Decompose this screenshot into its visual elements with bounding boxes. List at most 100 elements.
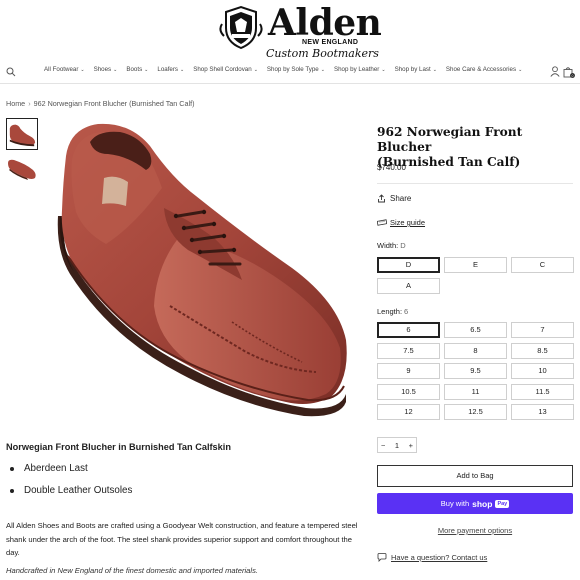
thumbnail-top-view[interactable] <box>6 155 38 187</box>
product-price: $740.00 <box>377 163 406 172</box>
product-title-line2: (Burnished Tan Calf) <box>377 155 521 169</box>
bag-icon[interactable]: 0 <box>563 66 575 78</box>
share-button[interactable]: Share <box>377 194 411 203</box>
nav-item[interactable]: All Footwear ⌄ <box>44 66 85 73</box>
length-option[interactable]: 6.5 <box>444 322 507 338</box>
chevron-down-icon: ⌄ <box>180 67 185 73</box>
nav-item-label: Shoes <box>93 66 112 73</box>
nav-divider <box>0 83 580 84</box>
info-divider <box>377 183 573 184</box>
thumbnail-side-view[interactable] <box>6 118 38 150</box>
brand-tagline: Custom Bootmakers <box>266 47 379 60</box>
alden-logo[interactable]: Alden NEW ENGLAND Custom Bootmakers <box>218 2 382 62</box>
chevron-down-icon: ⌄ <box>518 67 523 73</box>
shop-pay-button[interactable]: Buy with shop Pay <box>377 493 573 514</box>
chevron-down-icon: ⌄ <box>432 67 437 73</box>
length-option[interactable]: 13 <box>511 404 574 420</box>
ruler-icon <box>377 219 387 226</box>
product-image <box>57 123 347 417</box>
chevron-down-icon: ⌄ <box>144 67 149 73</box>
chevron-down-icon: ⌄ <box>320 67 325 73</box>
contact-link[interactable]: Have a question? Contact us <box>377 553 487 562</box>
length-option[interactable]: 7 <box>511 322 574 338</box>
nav-menu: All Footwear ⌄ Shoes ⌄ Boots ⌄ Loafers ⌄ Shop Sh… <box>44 66 531 73</box>
length-option[interactable]: 11 <box>444 383 507 400</box>
length-option[interactable]: 12.5 <box>444 404 507 420</box>
length-option[interactable]: 10.5 <box>377 383 440 400</box>
nav-item[interactable]: Shop Shell Cordovan ⌄ <box>193 66 258 73</box>
feature-item: Double Leather Outsoles <box>10 481 132 503</box>
length-option[interactable]: 9 <box>377 363 440 379</box>
length-option[interactable]: 8.5 <box>511 342 574 359</box>
description-italic: Handcrafted in New England of the finest… <box>6 566 258 575</box>
share-icon <box>378 194 385 203</box>
brand-sub: NEW ENGLAND <box>302 39 359 46</box>
nav-item[interactable]: Boots ⌄ <box>126 66 148 73</box>
length-option[interactable]: 12 <box>377 404 440 420</box>
feature-list: Aberdeen Last Double Leather Outsoles <box>10 459 132 503</box>
description-body: All Alden Shoes and Boots are crafted us… <box>6 521 358 558</box>
cart-count: 0 <box>572 74 574 78</box>
nav-item[interactable]: Loafers ⌄ <box>157 66 184 73</box>
width-label: Width: D <box>377 241 406 250</box>
nav-item-label: All Footwear <box>44 66 79 73</box>
quantity-increase-button[interactable]: + <box>409 441 413 450</box>
width-selected-value: D <box>400 241 406 250</box>
shop-pay-badge: Pay <box>495 499 510 508</box>
size-guide-label: Size guide <box>390 218 426 227</box>
nav-item-label: Shop by Leather <box>333 66 380 73</box>
width-label-text: Width: <box>377 241 399 250</box>
share-label: Share <box>390 194 412 203</box>
chevron-down-icon: ⌄ <box>381 67 386 73</box>
feature-item: Aberdeen Last <box>10 459 132 481</box>
length-option[interactable]: 10 <box>511 363 574 379</box>
length-selected-value: 6 <box>404 307 409 316</box>
nav-item-label: Boots <box>126 66 143 73</box>
account-icon[interactable] <box>550 66 560 77</box>
breadcrumb-home[interactable]: Home <box>6 99 25 108</box>
product-title-line1: 962 Norwegian Front Blucher <box>377 125 523 154</box>
width-option[interactable]: D <box>377 257 440 273</box>
chevron-down-icon: ⌄ <box>253 67 258 73</box>
width-option[interactable]: E <box>444 257 507 273</box>
quantity-stepper: − 1 + <box>377 437 417 453</box>
description-title: Norwegian Front Blucher in Burnished Tan… <box>6 442 231 452</box>
nav-item-label: Shop Shell Cordovan <box>193 66 252 73</box>
width-option[interactable]: A <box>377 277 440 294</box>
breadcrumb-current: 962 Norwegian Front Blucher (Burnished T… <box>33 99 195 108</box>
length-option[interactable]: 6 <box>377 322 440 338</box>
nav-item-label: Shoe Care & Accessories <box>445 66 517 73</box>
nav-item[interactable]: Shop by Last ⌄ <box>395 66 437 73</box>
nav-item-label: Loafers <box>157 66 179 73</box>
crest-icon <box>219 5 263 50</box>
breadcrumb: Home › 962 Norwegian Front Blucher (Burnis… <box>6 99 194 108</box>
nav-item[interactable]: Shop by Leather ⌄ <box>334 66 386 73</box>
nav-item-label: Shop by Sole Type <box>266 66 319 73</box>
shop-logo: shop <box>472 498 493 509</box>
length-option[interactable]: 8 <box>444 342 507 359</box>
quantity-value[interactable]: 1 <box>395 441 399 450</box>
chevron-down-icon: ⌄ <box>113 67 118 73</box>
search-icon[interactable] <box>6 67 16 77</box>
nav-item[interactable]: Shoes ⌄ <box>94 66 118 73</box>
contact-label: Have a question? Contact us <box>391 553 488 562</box>
length-option[interactable]: 7.5 <box>377 342 440 359</box>
length-label: Length: 6 <box>377 307 408 316</box>
size-guide-link[interactable]: Size guide <box>377 218 425 227</box>
length-option[interactable]: 9.5 <box>444 363 507 379</box>
main-nav: All Footwear ⌄ Shoes ⌄ Boots ⌄ Loafers ⌄ Shop Sh… <box>0 63 580 81</box>
chevron-down-icon: ⌄ <box>80 67 85 73</box>
quantity-decrease-button[interactable]: − <box>381 441 385 450</box>
add-to-bag-button[interactable]: Add to Bag <box>377 465 573 487</box>
nav-item-label: Shop by Last <box>394 66 431 73</box>
breadcrumb-separator: › <box>28 99 31 108</box>
shop-pay-buy-with: Buy with <box>440 499 470 508</box>
length-option[interactable]: 11.5 <box>511 383 574 400</box>
nav-item[interactable]: Shop by Sole Type ⌄ <box>267 66 325 73</box>
length-label-text: Length: <box>377 307 403 316</box>
brand-name: Alden <box>268 2 382 44</box>
product-title: 962 Norwegian Front Blucher (Burnished T… <box>377 125 577 170</box>
more-payment-options-link[interactable]: More payment options <box>377 526 573 535</box>
nav-item[interactable]: Shoe Care & Accessories ⌄ <box>446 66 522 73</box>
width-option[interactable]: C <box>511 257 574 273</box>
